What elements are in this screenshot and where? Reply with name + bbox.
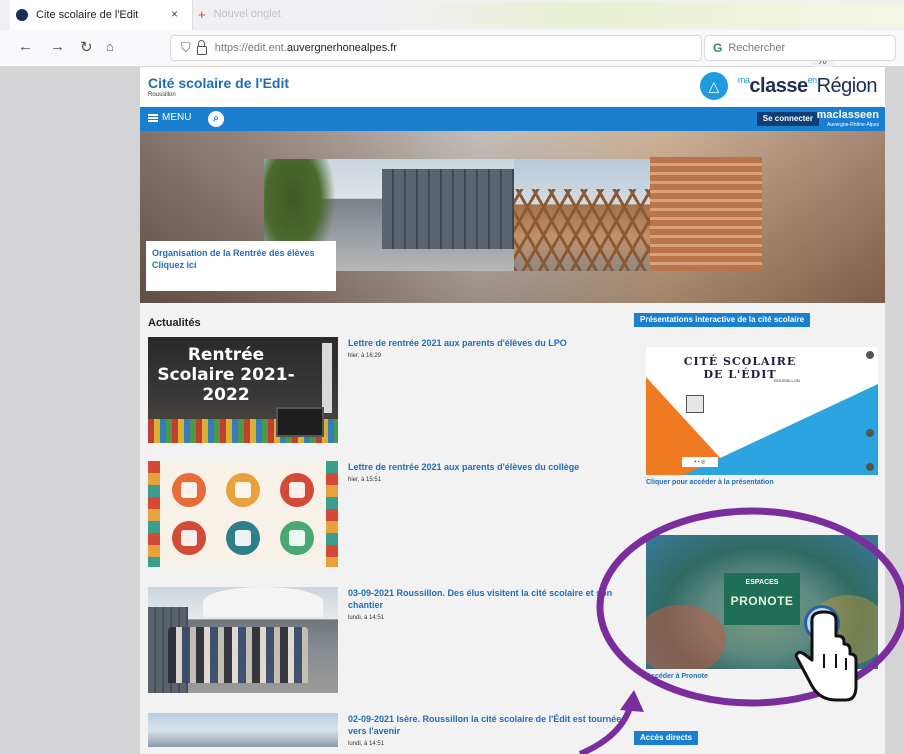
right-sidebar: Présentations interactive de la cité sco… — [634, 303, 879, 754]
menu-button[interactable]: MENU — [148, 112, 191, 123]
search-engine-icon: G — [713, 41, 723, 55]
news-title[interactable]: Lettre de rentrée 2021 aux parents d'élè… — [348, 461, 623, 473]
news-thumbnail[interactable]: Rentrée Scolaire 2021-2022 — [148, 337, 338, 443]
banner-caption-line2: Cliquez ici — [152, 260, 197, 270]
notebook-icon — [280, 473, 314, 507]
search-placeholder: Rechercher — [728, 42, 786, 54]
thumb-stripe-left — [148, 461, 160, 567]
shield-icon[interactable]: ⛉ — [181, 40, 191, 56]
news-date: hier, à 15:51 — [348, 477, 382, 483]
pronote-badge-line2: PRONOTE — [730, 594, 794, 608]
pronote-badge-line1: ESPACES — [745, 579, 779, 586]
news-item[interactable]: 03-09-2021 Roussillon. Des élus visitent… — [148, 587, 618, 693]
lock-icon[interactable] — [196, 39, 207, 55]
presentation-subtitle: ROUSSILLON — [774, 378, 800, 383]
news-heading: Actualités — [148, 317, 201, 329]
corner-dot-icon — [866, 351, 874, 359]
news-item[interactable]: Rentrée Scolaire 2021-2022 Lettre de ren… — [148, 337, 618, 443]
news-date: lundi, à 14:51 — [348, 741, 385, 747]
tab-title: Cite scolaire de l'Edit — [36, 9, 139, 21]
new-tab[interactable]: + Nouvel onglet — [196, 3, 366, 25]
site-navbar: MENU ⌕ Se connecter maclasseen Auvergne-R… — [140, 107, 885, 131]
site-header: Cité scolaire de l'Edit Roussillon △ mac… — [140, 67, 885, 107]
connect-button[interactable]: Se connecter — [756, 112, 819, 126]
logo-mountain-icon: △ — [699, 72, 728, 100]
news-title[interactable]: Lettre de rentrée 2021 aux parents d'élè… — [348, 337, 623, 349]
news-title[interactable]: 03-09-2021 Roussillon. Des élus visitent… — [348, 587, 623, 611]
url-text: https://edit.ent.auvergnerhonealpes.fr — [214, 42, 397, 54]
click-ripple-icon — [804, 605, 840, 641]
new-tab-label: Nouvel onglet — [213, 8, 281, 20]
banner-photo-construction — [514, 157, 762, 271]
pronote-link[interactable]: Accéder à Pronote — [646, 673, 708, 680]
new-tab-plus-icon: + — [198, 6, 206, 22]
reload-icon[interactable]: ↻ — [80, 38, 93, 56]
ruler-graphic — [322, 343, 332, 413]
banner-caption-line1: Organisation de la Rentrée des élèves — [152, 248, 315, 258]
presentation-link[interactable]: Cliquer pour accéder à la présentation — [646, 479, 774, 486]
next-dot-icon[interactable] — [866, 429, 874, 437]
direct-access-pill[interactable]: Accès directs — [634, 731, 699, 745]
news-thumbnail[interactable] — [148, 587, 338, 693]
site-favicon-icon — [16, 9, 28, 21]
bus-icon — [172, 473, 206, 507]
background-blob — [646, 605, 726, 669]
news-date: lundi, à 14:51 — [348, 615, 385, 621]
navigation-toolbar: ← → ↻ ⌂ ⛉ https://edit.ent.auvergnerhone… — [0, 30, 904, 68]
news-date: hier, à 16:29 — [348, 353, 382, 359]
region-logo[interactable]: △ maclasseenRégion — [699, 72, 878, 100]
tab-bar-background — [370, 2, 904, 28]
calculator-graphic — [276, 407, 324, 437]
site-search-icon[interactable]: ⌕ — [208, 111, 224, 127]
presentation-pill[interactable]: Présentations interactive de la cité sco… — [634, 313, 811, 327]
chalkboard-icon — [226, 521, 260, 555]
pronote-card[interactable]: ESPACES PRONOTE — [646, 535, 878, 669]
mini-logo[interactable]: maclasseen Auvergne-Rhône-Alpes — [817, 110, 879, 130]
hero-banner[interactable]: Organisation de la Rentrée des élèves Cl… — [140, 131, 885, 303]
document-icon — [686, 395, 704, 413]
url-bar[interactable]: ⛉ https://edit.ent.auvergnerhonealpes.fr… — [170, 35, 861, 68]
photo-tower — [650, 157, 762, 271]
corner-dot-icon — [866, 463, 874, 471]
thumb-stripe-right — [326, 461, 338, 567]
active-tab[interactable]: Cite scolaire de l'Edit × — [10, 0, 193, 30]
tab-close-icon[interactable]: × — [171, 7, 178, 21]
site-subtitle: Roussillon — [148, 92, 176, 98]
thumbnail-text: Rentrée Scolaire 2021-2022 — [157, 345, 295, 405]
photo-people — [168, 627, 308, 683]
photo-wood-frame — [514, 189, 654, 271]
news-item[interactable]: 02-09-2021 Isère. Roussillon la cité sco… — [148, 713, 621, 753]
flask-icon — [226, 473, 260, 507]
back-arrow-icon[interactable]: ← — [18, 38, 33, 55]
tab-bar: Cite scolaire de l'Edit × + Nouvel ongle… — [0, 0, 904, 30]
forward-arrow-icon[interactable]: → — [50, 38, 65, 55]
news-thumbnail[interactable] — [148, 713, 338, 747]
banner-caption[interactable]: Organisation de la Rentrée des élèves Cl… — [146, 241, 336, 291]
site-container: Cité scolaire de l'Edit Roussillon △ mac… — [140, 67, 885, 754]
page-viewport: Cité scolaire de l'Edit Roussillon △ mac… — [0, 67, 904, 754]
photo-building — [382, 169, 514, 249]
main-content: Actualités Rentrée Scolaire 2021-2022 Le… — [140, 303, 885, 754]
news-thumbnail[interactable] — [148, 461, 338, 567]
presentation-card[interactable]: CITÉ SCOLAIRE DE L'ÉDIT ROUSSILLON ▪ ▪ ◎ — [646, 347, 878, 475]
logo-text: maclasseenRégion — [737, 74, 878, 97]
pronote-badge: ESPACES PRONOTE — [724, 573, 800, 625]
microscope-icon — [172, 521, 206, 555]
menu-label: MENU — [162, 112, 192, 123]
photo-tent — [203, 587, 323, 617]
search-input[interactable]: G Rechercher — [704, 35, 896, 61]
backpack-icon — [280, 521, 314, 555]
partner-logos: ▪ ▪ ◎ — [682, 457, 718, 467]
home-icon[interactable]: ⌂ — [106, 39, 114, 54]
news-title[interactable]: 02-09-2021 Isère. Roussillon la cité sco… — [348, 713, 623, 737]
site-title[interactable]: Cité scolaire de l'Edit — [148, 75, 289, 91]
news-item[interactable]: Lettre de rentrée 2021 aux parents d'élè… — [148, 461, 618, 567]
hamburger-icon — [148, 113, 158, 122]
